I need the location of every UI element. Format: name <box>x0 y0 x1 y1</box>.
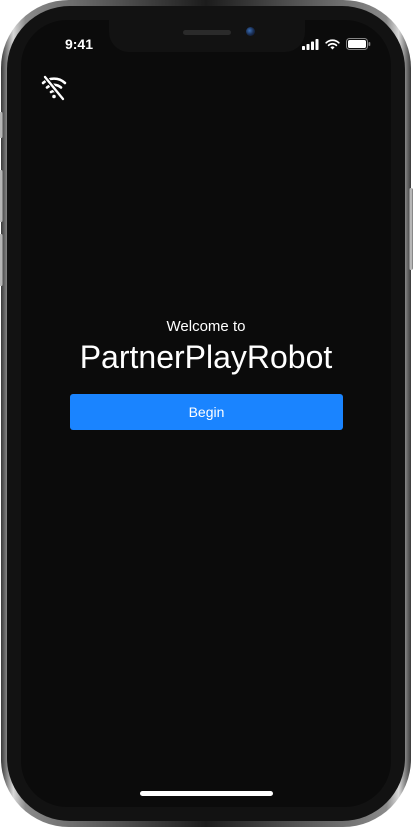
app-screen: 9:41 Welcome to PartnerPlayRobot Begin <box>21 20 391 807</box>
power-button <box>409 188 413 270</box>
wifi-off-icon[interactable] <box>39 72 69 102</box>
speaker-grille <box>183 30 231 35</box>
side-button <box>0 112 3 138</box>
cellular-signal-icon <box>302 38 319 50</box>
welcome-block: Welcome to PartnerPlayRobot <box>21 318 391 376</box>
home-indicator[interactable] <box>140 791 273 796</box>
battery-icon <box>346 38 371 50</box>
volume-up-button <box>0 170 3 222</box>
status-icons <box>302 38 371 50</box>
status-time: 9:41 <box>64 36 94 52</box>
wifi-icon <box>325 38 340 49</box>
app-title: PartnerPlayRobot <box>79 339 333 375</box>
welcome-subtitle: Welcome to <box>166 318 246 335</box>
front-camera <box>246 27 255 36</box>
begin-button[interactable]: Begin <box>70 394 343 430</box>
volume-down-button <box>0 234 3 286</box>
notch <box>109 20 305 52</box>
